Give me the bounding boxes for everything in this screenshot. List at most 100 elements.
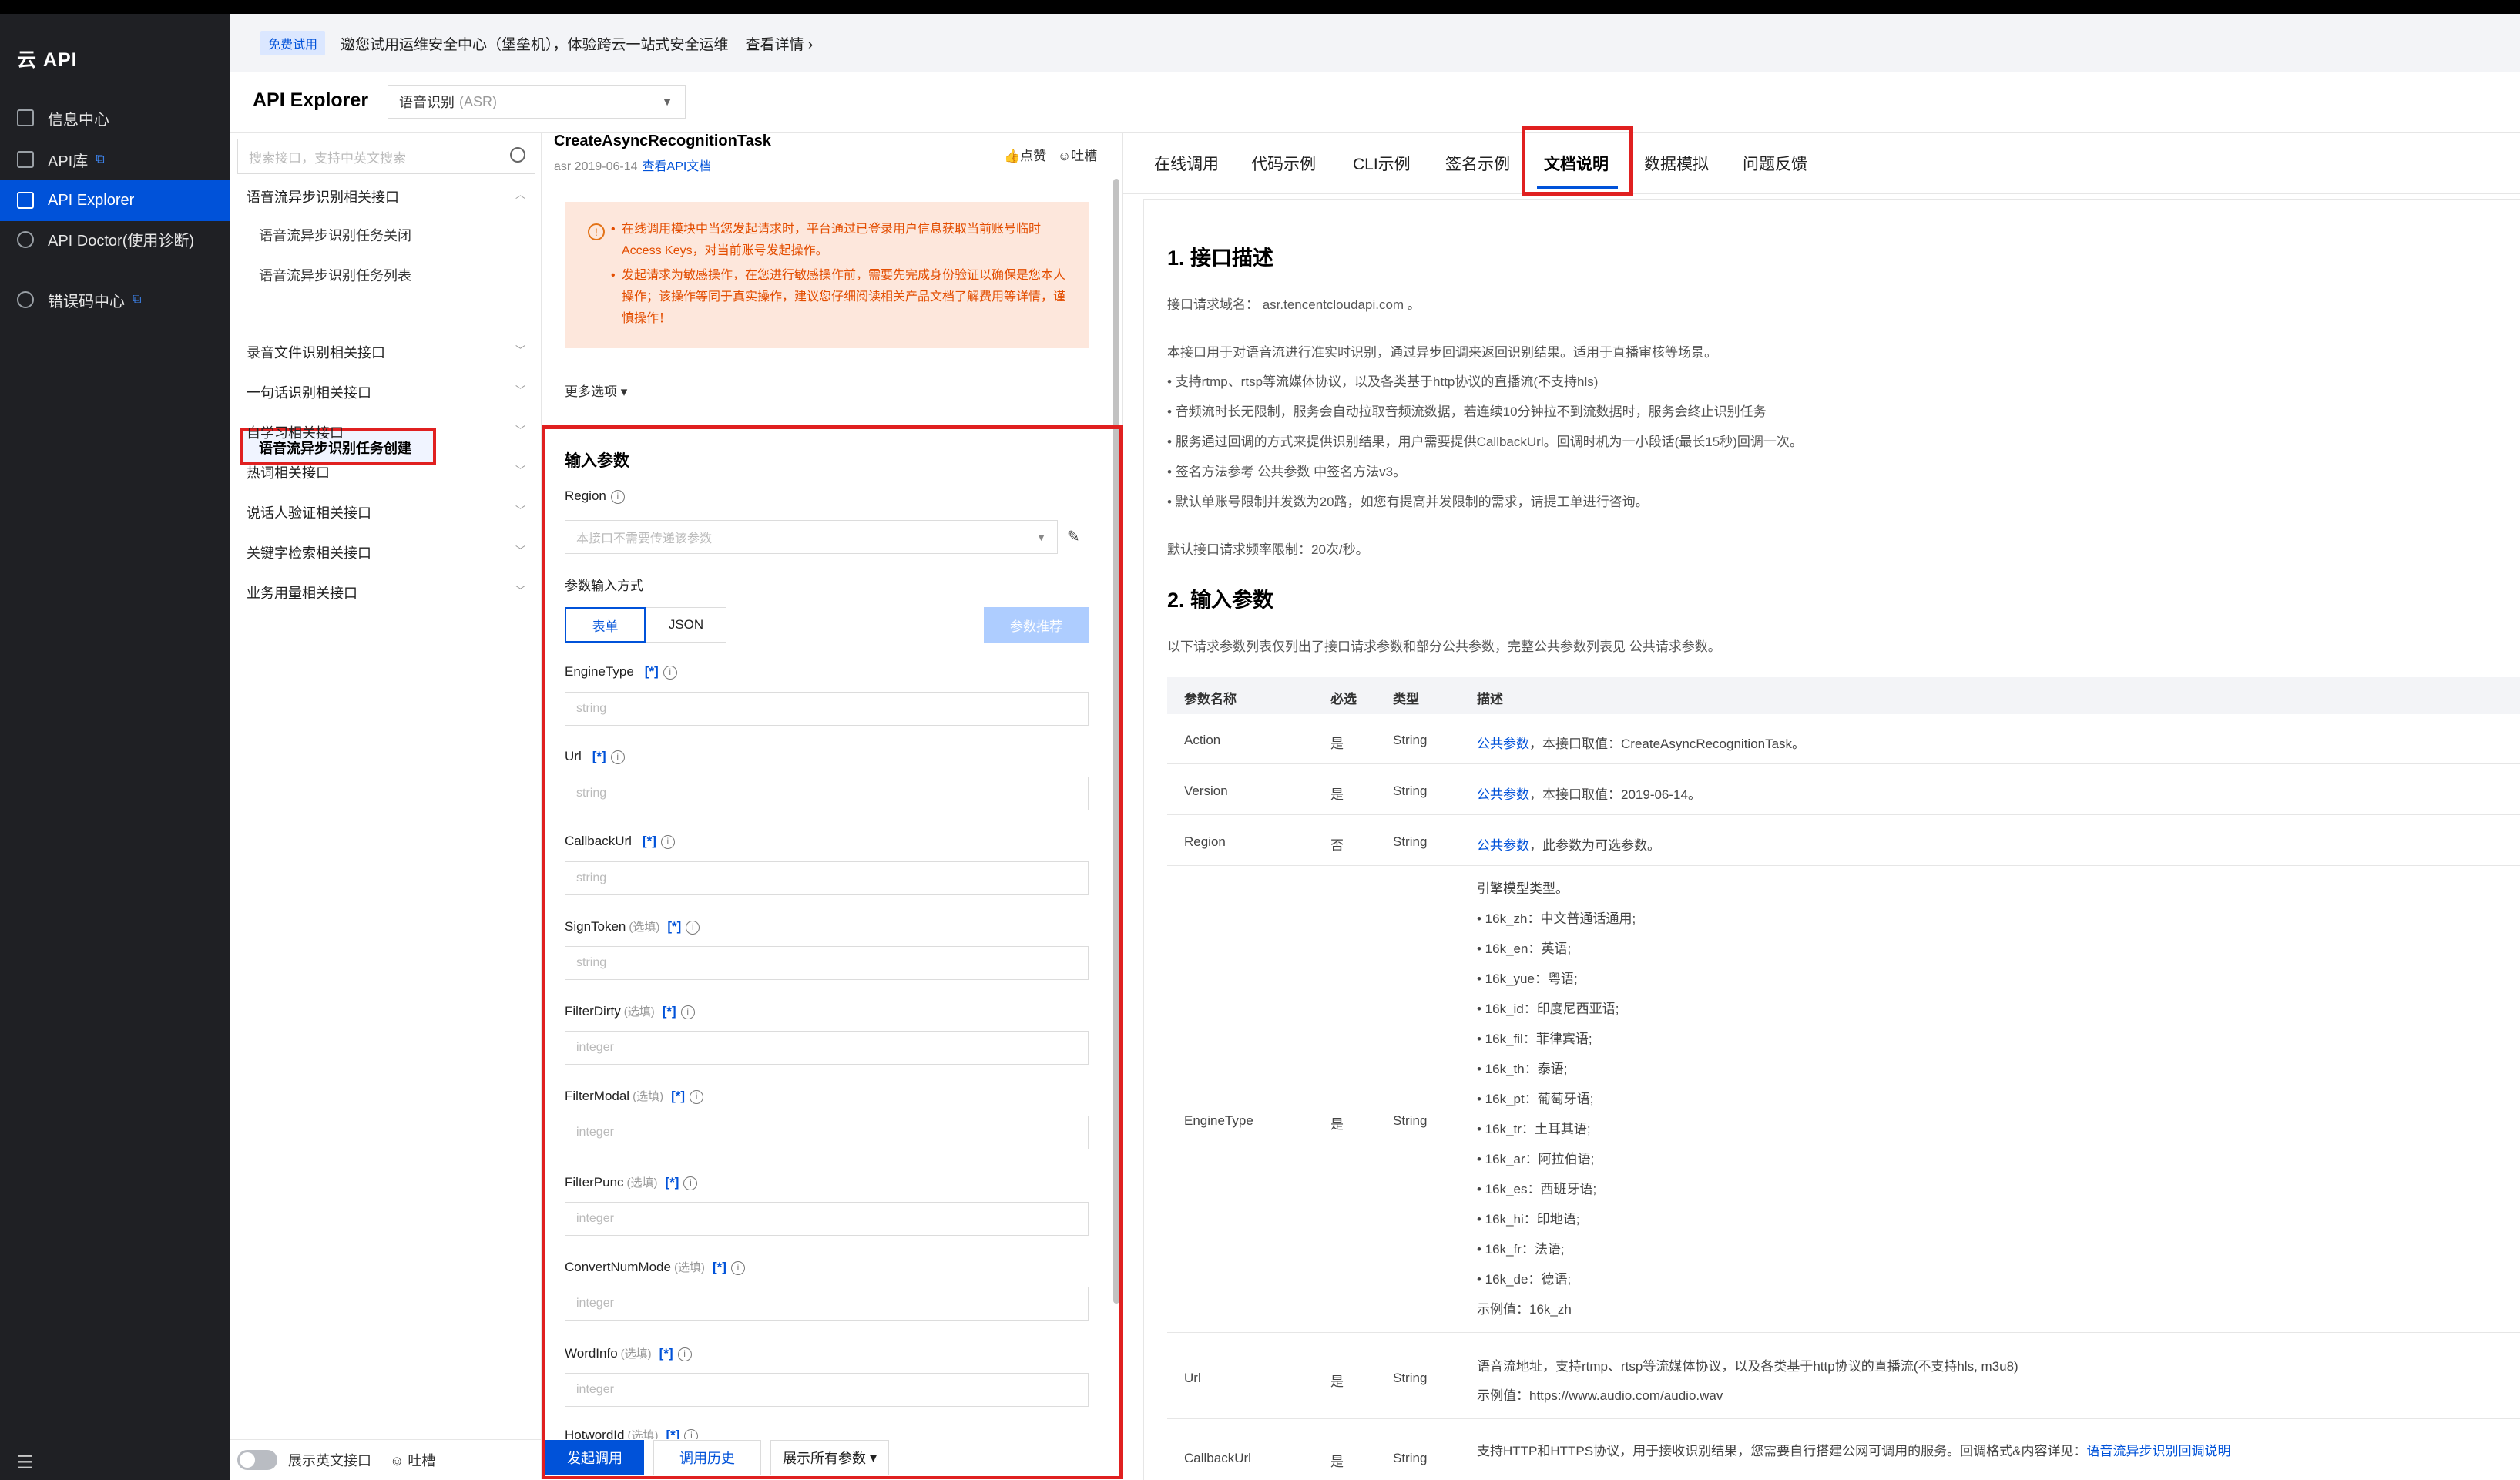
api-group[interactable]: 说话人验证相关接口 ﹀: [247, 502, 532, 522]
invoke-button[interactable]: 发起调用: [545, 1440, 644, 1475]
param-input-convertnummode[interactable]: integer: [565, 1287, 1089, 1321]
common-param-link[interactable]: 公共参数: [1477, 787, 1529, 802]
like-button[interactable]: 👍点赞: [1004, 149, 1046, 163]
complain-button[interactable]: ☺吐槽: [1058, 149, 1097, 163]
info-icon[interactable]: i: [690, 1089, 704, 1104]
more-options-toggle[interactable]: 更多选项 ▾: [565, 381, 627, 400]
edit-icon[interactable]: ✎: [1067, 527, 1080, 546]
common-param-link[interactable]: 公共参数: [1477, 737, 1529, 751]
param-input-callbackurl[interactable]: string: [565, 861, 1089, 895]
nav-item-api-doctor[interactable]: API Doctor(使用诊断): [0, 222, 230, 276]
common-param-link[interactable]: 公共参数: [1477, 838, 1529, 853]
api-item[interactable]: 语音流异步识别任务关闭: [259, 225, 411, 245]
engine-desc-line: • 16k_th：泰语;: [1477, 1062, 1568, 1076]
desc-bullet: 支持rtmp、rtsp等流媒体协议，以及各类基于http协议的直播流(不支持hl…: [1167, 371, 1599, 390]
info-icon[interactable]: i: [610, 750, 625, 764]
row-divider: [1167, 814, 2520, 815]
product-select[interactable]: 语音识别 (ASR) ▼: [388, 85, 686, 119]
column-header: 必选: [1330, 692, 1357, 706]
chevron-down-icon: ﹀: [515, 344, 525, 356]
param-input-filtermodal[interactable]: integer: [565, 1116, 1089, 1149]
params-intro: 以下请求参数列表仅列出了接口请求参数和部分公共参数，完整公共参数列表见 公共请求…: [1167, 639, 1721, 654]
api-group[interactable]: 热词相关接口 ﹀: [247, 462, 532, 482]
info-icon[interactable]: i: [610, 489, 625, 504]
region-placeholder: 本接口不需要传递该参数: [576, 532, 713, 545]
warning-icon: !: [588, 223, 605, 240]
url-example: 示例值：https://www.audio.com/audio.wav: [1477, 1388, 1723, 1403]
callback-doc-link[interactable]: 语音流异步识别回调说明: [2086, 1444, 2230, 1458]
tab-code-example[interactable]: 代码示例: [1251, 133, 1316, 194]
toggle-label: 展示英文接口: [288, 1452, 371, 1468]
info-icon[interactable]: i: [684, 1428, 699, 1439]
tab-sign-example[interactable]: 签名示例: [1445, 133, 1510, 194]
search-placeholder: 搜索接口，支持中英文搜索: [249, 150, 406, 166]
recommend-button[interactable]: 参数推荐: [984, 607, 1089, 643]
tab-online-call[interactable]: 在线调用: [1154, 133, 1219, 194]
tab-feedback[interactable]: 问题反馈: [1743, 133, 1807, 194]
docs-content: 1. 接口描述 接口请求域名： asr.tencentcloudapi.com …: [1143, 199, 2520, 1480]
tab-json[interactable]: JSON: [646, 607, 726, 643]
engine-desc-line: 示例值：16k_zh: [1477, 1302, 1572, 1317]
region-select[interactable]: 本接口不需要传递该参数 ▼: [565, 520, 1058, 554]
info-icon[interactable]: i: [660, 834, 675, 849]
chevron-down-icon: ﹀: [515, 465, 525, 476]
nav-label: 信息中心: [48, 111, 109, 129]
api-search-input[interactable]: 搜索接口，支持中英文搜索: [237, 139, 535, 174]
history-button[interactable]: 调用历史: [653, 1440, 761, 1475]
english-api-toggle[interactable]: [237, 1449, 277, 1470]
menu-icon[interactable]: ☰: [17, 1451, 34, 1474]
chevron-up-icon: ︿: [515, 189, 525, 200]
table-cell: 公共参数，本接口取值：2019-06-14。: [1477, 787, 1701, 802]
show-all-params-select[interactable]: 展示所有参数 ▾: [770, 1440, 889, 1475]
nav-item-error-center[interactable]: 错误码中心 ⧉: [0, 279, 230, 320]
info-icon[interactable]: i: [683, 1176, 698, 1190]
tab-cli-example[interactable]: CLI示例: [1353, 133, 1411, 194]
notice-detail-link[interactable]: 查看详情 ›: [746, 33, 814, 54]
param-input-signtoken[interactable]: string: [565, 946, 1089, 980]
tab-data-mock[interactable]: 数据模拟: [1644, 133, 1709, 194]
table-cell: 是: [1330, 1374, 1344, 1389]
search-icon: [510, 147, 525, 163]
chevron-down-icon: ﹀: [515, 585, 525, 596]
table-cell: Action: [1184, 733, 1221, 747]
param-label: CallbackUrl [*] i: [565, 834, 675, 849]
row-divider: [1167, 763, 2520, 764]
param-input-enginetype[interactable]: string: [565, 692, 1089, 726]
table-cell: 公共参数，此参数为可选参数。: [1477, 838, 1660, 853]
param-input-wordinfo[interactable]: integer: [565, 1373, 1089, 1407]
api-group[interactable]: 自学习相关接口 ﹀: [247, 422, 532, 442]
engine-desc-line: • 16k_en：英语;: [1477, 941, 1572, 956]
nav-item-api-explorer[interactable]: API Explorer: [0, 180, 230, 221]
param-input-url[interactable]: string: [565, 777, 1089, 810]
api-group[interactable]: 语音流异步识别相关接口 ︿: [247, 186, 532, 206]
column-header: 参数名称: [1184, 692, 1237, 706]
nav-label: API库: [48, 153, 89, 170]
desc-bullet: 音频流时长无限制，服务会自动拉取音频流数据，若连续10分钟拉不到流数据时，服务会…: [1167, 401, 1767, 420]
info-icon[interactable]: i: [686, 920, 700, 935]
feedback-link[interactable]: ☺ 吐槽: [390, 1450, 435, 1470]
table-cell: Region: [1184, 834, 1226, 849]
info-icon[interactable]: i: [680, 1005, 695, 1019]
desc-bullet: 默认单账号限制并发数为20路，如您有提高并发限制的需求，请提工单进行咨询。: [1167, 491, 1649, 510]
param-input-filterdirty[interactable]: integer: [565, 1031, 1089, 1065]
nav-item-api-library[interactable]: API库 ⧉: [0, 139, 230, 180]
desc-bullet: 签名方法参考 公共参数 中签名方法v3。: [1167, 461, 1406, 480]
info-icon[interactable]: i: [730, 1260, 745, 1275]
api-group[interactable]: 一句话识别相关接口 ﹀: [247, 382, 532, 402]
engine-desc-line: • 16k_es：西班牙语;: [1477, 1182, 1597, 1196]
nav-item-info-center[interactable]: 信息中心: [0, 97, 230, 139]
info-icon[interactable]: i: [663, 665, 677, 680]
api-list-footer: 展示英文接口 ☺ 吐槽: [230, 1439, 542, 1479]
api-group[interactable]: 录音文件识别相关接口 ﹀: [247, 342, 532, 362]
table-cell: String: [1393, 1113, 1428, 1128]
api-group[interactable]: 业务用量相关接口 ﹀: [247, 582, 532, 602]
api-item[interactable]: 语音流异步识别任务列表: [259, 265, 411, 285]
table-cell: 否: [1330, 838, 1344, 853]
api-group[interactable]: 关键字检索相关接口 ﹀: [247, 542, 532, 562]
tab-form[interactable]: 表单: [565, 607, 646, 643]
api-doc-link[interactable]: 查看API文档: [643, 160, 712, 173]
info-icon[interactable]: i: [677, 1347, 692, 1361]
row-divider: [1167, 1332, 2520, 1333]
param-input-filterpunc[interactable]: integer: [565, 1202, 1089, 1236]
window-top-strip: [0, 0, 2520, 14]
